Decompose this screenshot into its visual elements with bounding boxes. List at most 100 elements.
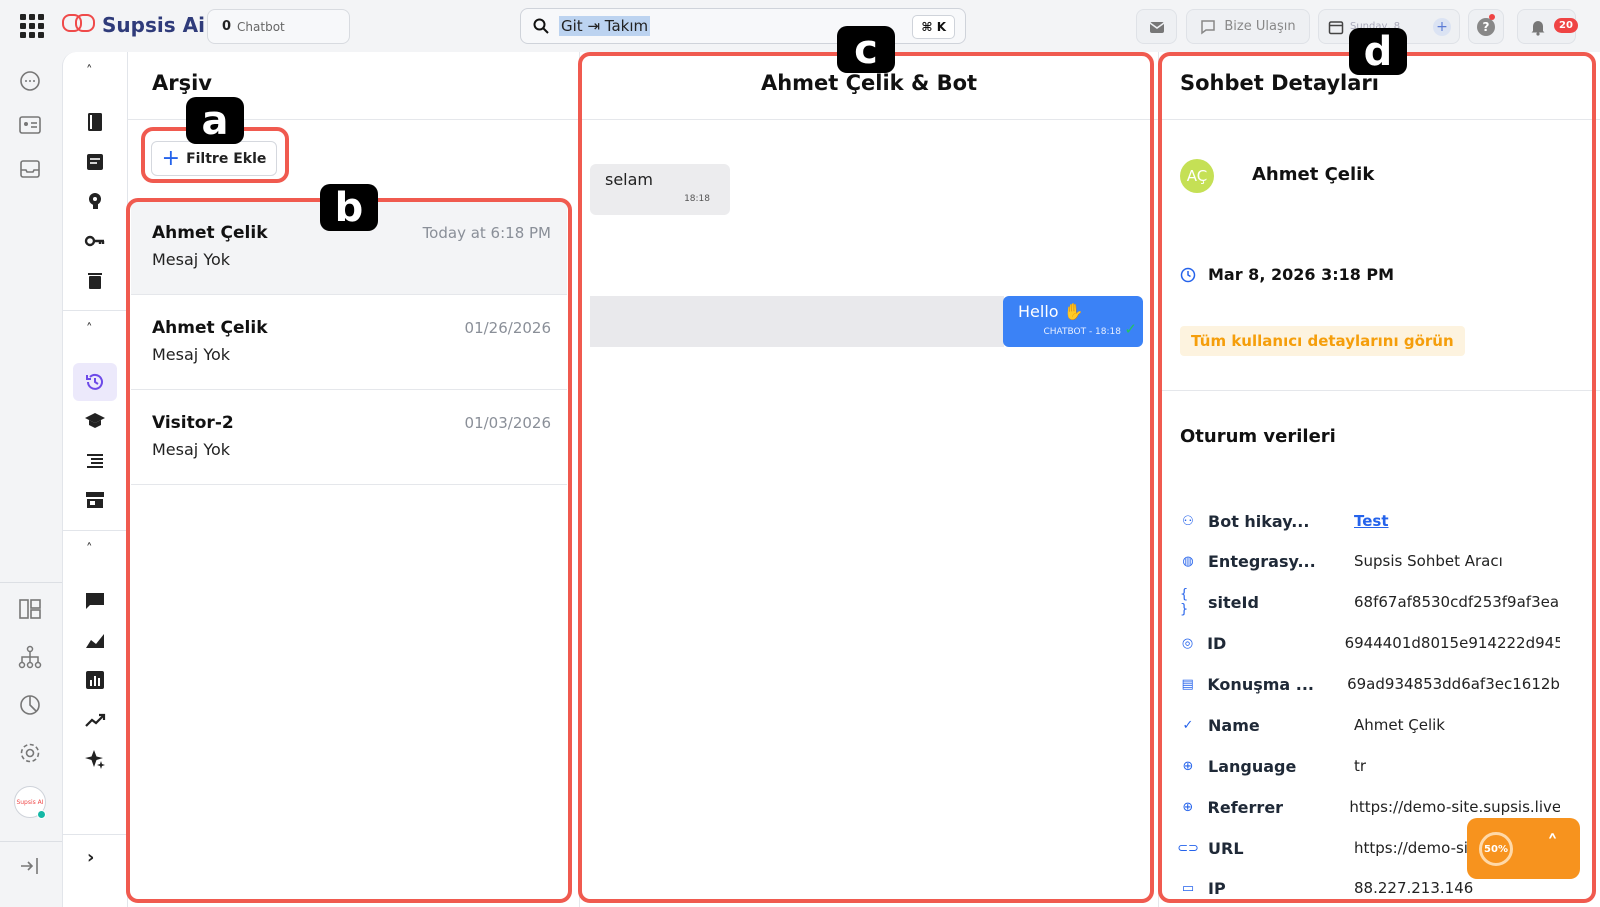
globe-icon: ◍ [1182, 553, 1194, 569]
area-chart-icon[interactable] [84, 630, 106, 652]
session-value-link[interactable]: Test [1354, 512, 1389, 530]
add-event-icon[interactable]: + [1433, 17, 1451, 36]
session-row: ▤ Konuşma ... 69ad934853dd6af3ec1612b9 [1180, 672, 1561, 696]
session-key: Language [1208, 756, 1297, 776]
conversation-date: 01/03/2026 [464, 414, 551, 432]
store-icon[interactable] [84, 489, 106, 511]
chevron-right-icon[interactable]: › [87, 847, 94, 868]
book-icon[interactable] [84, 111, 106, 133]
delivered-check-icon: ✓ [1124, 320, 1137, 338]
session-value: 68f67af8530cdf253f9af3ea [1354, 593, 1560, 611]
conversation-item[interactable]: Ahmet Çelik Mesaj Yok 01/26/2026 [131, 296, 567, 390]
settings-gear-icon[interactable] [18, 741, 42, 765]
laptop-icon: ▭ [1181, 880, 1195, 896]
annotation-label-a: a [186, 97, 244, 144]
session-data-title: Oturum verileri [1180, 426, 1336, 447]
chevron-up-icon[interactable]: ˄ [86, 64, 93, 79]
progress-ring: 50% [1479, 832, 1513, 866]
bar-chart-icon[interactable] [84, 669, 106, 691]
setup-progress-widget[interactable]: 50% ˄ [1467, 818, 1580, 879]
session-key: Referrer [1207, 797, 1284, 817]
chevron-up-icon[interactable]: ˄ [1547, 832, 1558, 857]
messages-icon[interactable] [18, 69, 42, 93]
search-input[interactable]: Git ⇥ Takım ⌘ K [520, 8, 966, 44]
chatbot-selector[interactable]: 0 Chatbot [207, 9, 350, 44]
session-value: https://demo-site.supsis.live/ [1349, 798, 1560, 816]
user-avatar: AÇ [1180, 159, 1214, 193]
inbox-icon [1149, 21, 1164, 33]
add-filter-button[interactable]: + Filtre Ekle [151, 141, 277, 176]
rail-divider [0, 582, 62, 583]
conversation-last-message: Mesaj Yok [152, 250, 231, 269]
chat-bubble-icon [1201, 19, 1216, 34]
collapse-sidebar-icon[interactable] [18, 854, 42, 878]
check-icon: ✓ [1182, 717, 1194, 733]
secondary-nav: ˄ ˄ ˄ › [62, 52, 128, 907]
globe-icon: ⊕ [1182, 799, 1194, 815]
search-query: Git ⇥ Takım [559, 16, 651, 36]
session-value: 69ad934853dd6af3ec1612b9 [1347, 675, 1560, 693]
message-text: Hello ✋ [1018, 302, 1084, 321]
brain-icon[interactable] [84, 190, 106, 212]
column-divider [1158, 52, 1159, 907]
brand-logo[interactable]: Supsis Ai [62, 12, 205, 38]
session-value: Supsis Sohbet Aracı [1354, 552, 1503, 570]
session-value: tr [1354, 757, 1367, 775]
details-title: Sohbet Detayları [1180, 71, 1379, 95]
session-key: IP [1208, 878, 1226, 898]
session-key: Name [1208, 715, 1260, 735]
key-icon[interactable] [84, 230, 106, 252]
conversation-name: Ahmet Çelik [152, 318, 268, 338]
conversation-item[interactable]: Visitor-2 Mesaj Yok 01/03/2026 [131, 391, 567, 485]
message-row-highlight [590, 296, 1004, 347]
app-grid-icon[interactable] [20, 14, 44, 38]
chevron-up-icon[interactable]: ˄ [86, 322, 93, 337]
help-button[interactable]: ? [1468, 9, 1504, 44]
contact-button[interactable]: Bize Ulaşın [1186, 9, 1310, 44]
sparkle-star-icon[interactable] [84, 748, 106, 770]
session-row: ⊕ Language tr [1180, 754, 1560, 778]
user-name: Ahmet Çelik [1252, 164, 1375, 185]
brand-name: Supsis Ai [102, 13, 205, 37]
graduation-cap-icon[interactable] [84, 410, 106, 432]
trending-up-icon[interactable] [84, 709, 106, 731]
search-icon [533, 18, 549, 34]
header-divider [128, 119, 1600, 120]
contacts-card-icon[interactable] [18, 113, 42, 137]
online-status-dot [37, 810, 46, 819]
notifications-button[interactable]: 20 [1517, 9, 1578, 44]
chat-icon: ▤ [1181, 676, 1194, 692]
session-value: Ahmet Çelik [1354, 716, 1445, 734]
session-row: ◎ ID 6944401d8015e914222d9456 [1180, 631, 1560, 655]
pie-chart-icon[interactable] [18, 693, 42, 717]
chevron-up-icon[interactable]: ˄ [86, 542, 93, 557]
chatbot-count: 0 [222, 19, 232, 34]
inbox-button[interactable] [1136, 9, 1177, 44]
session-row: ⊕ Referrer https://demo-site.supsis.live… [1180, 795, 1560, 819]
incoming-message: selam 18:18 [590, 164, 730, 215]
notes-icon[interactable] [84, 151, 106, 173]
conversation-last-message: Mesaj Yok [152, 440, 231, 459]
session-row: ⚇ Bot hikay... Test [1180, 509, 1560, 533]
dashboard-icon[interactable] [18, 597, 42, 621]
trash-icon[interactable] [84, 269, 106, 291]
see-all-user-details-link[interactable]: Tüm kullanıcı detaylarını görün [1180, 326, 1465, 356]
history-icon[interactable] [84, 371, 106, 393]
conversation-name: Visitor-2 [152, 413, 234, 433]
help-icon: ? [1477, 17, 1495, 36]
session-value: https://demo-site [1354, 839, 1484, 857]
column-divider [579, 52, 580, 907]
session-value: 88.227.213.146 [1354, 879, 1474, 897]
list-indent-icon[interactable] [84, 450, 106, 472]
archive-title: Arşiv [152, 71, 212, 95]
link-icon: ⊂⊃ [1177, 840, 1199, 856]
session-key: Bot hikay... [1208, 511, 1310, 531]
archive-box-icon[interactable] [18, 157, 42, 181]
sidebar-divider [63, 310, 128, 311]
datetime-text: Mar 8, 2026 3:18 PM [1208, 265, 1395, 284]
sidebar-divider [63, 834, 128, 835]
hierarchy-icon[interactable] [18, 645, 42, 669]
session-value: 6944401d8015e914222d9456 [1344, 634, 1560, 652]
comment-icon[interactable] [84, 590, 106, 612]
plus-icon: + [161, 145, 181, 171]
